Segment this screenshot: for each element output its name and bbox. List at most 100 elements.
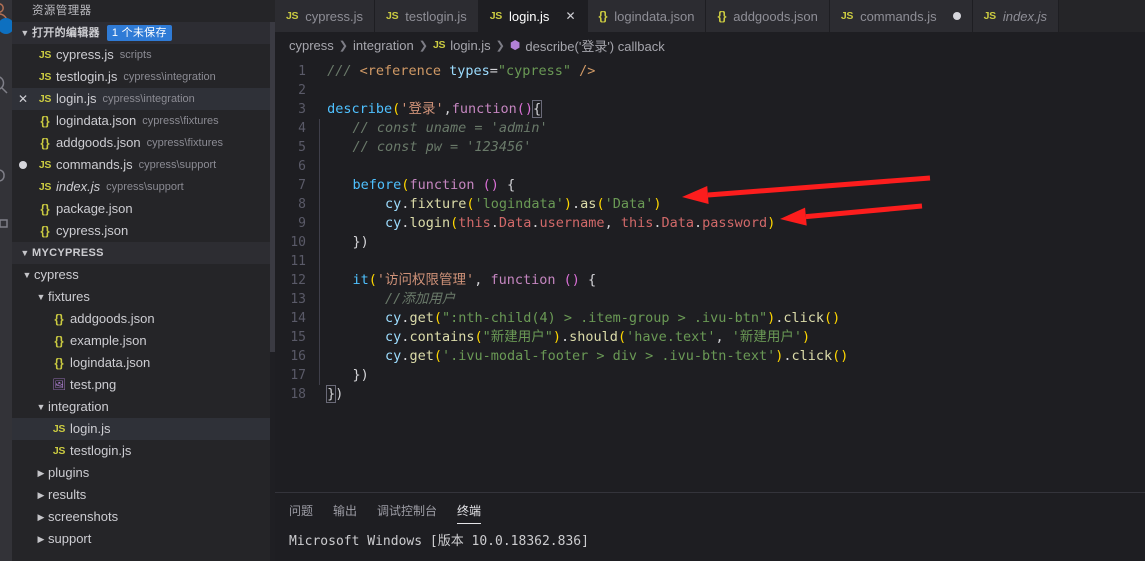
editor-tab-label: addgoods.json — [733, 8, 818, 24]
json-file-icon: {} — [54, 312, 64, 326]
tree-file[interactable]: {} example.json — [12, 330, 275, 352]
line-number: 6 — [298, 159, 306, 174]
panel-tab[interactable]: 输出 — [333, 502, 357, 523]
code-line: 16 cy.get('.ivu-modal-footer > div > .iv… — [275, 347, 1145, 366]
js-file-icon: JS — [38, 49, 52, 61]
code-line: 1 /// <reference types="cypress" /> — [275, 62, 1145, 81]
js-file-icon: JS — [38, 159, 52, 171]
editor-tab[interactable]: JS index.js — [972, 0, 1059, 32]
open-editor-item[interactable]: {} cypress.json — [12, 220, 275, 242]
unsaved-badge: 1 个未保存 — [106, 25, 172, 41]
tree-file[interactable]: JS testlogin.js — [12, 440, 275, 462]
open-editors-list[interactable]: JS cypress.js scripts JS testlogin.js cypress… — [12, 44, 275, 242]
chevron-down-icon: ▼ — [36, 292, 46, 302]
line-content — [319, 157, 1145, 176]
line-content: // const uname = 'admin' — [319, 119, 1145, 138]
extensions-icon[interactable] — [0, 206, 12, 232]
open-editor-item[interactable]: JS testlogin.js cypress\integration — [12, 66, 275, 88]
editor-area: JS cypress.js JS testlogin.js JS login.js ✕ {} l… — [275, 0, 1145, 561]
open-editor-item[interactable]: ✕ JS login.js cypress\integration — [12, 88, 275, 110]
code-line: 8 cy.fixture('logindata').as('Data') — [275, 195, 1145, 214]
unsaved-dot-icon[interactable] — [952, 12, 961, 20]
editor-tab[interactable]: JS cypress.js — [275, 0, 376, 32]
panel-tab[interactable]: 终端 — [457, 502, 482, 524]
open-editor-item[interactable]: {} logindata.json cypress\fixtures — [12, 110, 275, 132]
editor-tab-label: testlogin.js — [405, 8, 467, 24]
breadcrumb-item[interactable]: integration — [353, 38, 414, 53]
close-icon[interactable]: ✕ — [565, 9, 575, 23]
editor-tab[interactable]: {} addgoods.json — [706, 0, 830, 32]
open-editor-item[interactable]: {} addgoods.json cypress\fixtures — [12, 132, 275, 154]
chevron-down-icon: ▼ — [22, 270, 32, 280]
panel-tab[interactable]: 调试控制台 — [377, 502, 437, 523]
open-editor-name: index.js — [56, 179, 101, 194]
tree-folder[interactable]: ▶ screenshots — [12, 506, 275, 528]
editor-tab[interactable]: JS commands.js — [829, 0, 973, 32]
tree-file[interactable]: {} logindata.json — [12, 352, 275, 374]
line-content: before(function () { — [319, 176, 1145, 195]
open-editor-item[interactable]: JS commands.js cypress\support — [12, 154, 275, 176]
code-line: 2 — [275, 81, 1145, 100]
tree-file[interactable]: {} addgoods.json — [12, 308, 275, 330]
json-file-icon: {} — [54, 334, 64, 348]
line-content: cy.get('.ivu-modal-footer > div > .ivu-b… — [319, 347, 1145, 366]
line-content: cy.fixture('logindata').as('Data') — [319, 195, 1145, 214]
editor-tab[interactable]: {} logindata.json — [587, 0, 707, 32]
project-folder-header[interactable]: ▼ MYCYPRESS — [12, 242, 275, 264]
line-number: 12 — [290, 273, 306, 288]
panel-tabs[interactable]: 问题 输出 调试控制台 终端 — [289, 493, 1145, 524]
tree-file[interactable]: 🖼 test.png — [12, 374, 275, 396]
tree-item-label: testlogin.js — [70, 443, 132, 458]
open-editor-item[interactable]: JS cypress.js scripts — [12, 44, 275, 66]
chevron-right-icon: ▶ — [37, 468, 45, 478]
chevron-right-icon: ▶ — [37, 512, 45, 522]
js-file-icon: JS — [52, 423, 66, 435]
bottom-panel: 问题 输出 调试控制台 终端 Microsoft Windows [版本 10.0.1… — [275, 492, 1145, 561]
editor-tab[interactable]: JS login.js ✕ — [478, 0, 588, 32]
panel-tab[interactable]: 问题 — [289, 502, 313, 523]
tree-folder[interactable]: ▼ integration — [12, 396, 275, 418]
chevron-down-icon: ▼ — [36, 402, 46, 412]
editor-tabbar[interactable]: JS cypress.js JS testlogin.js JS login.js ✕ {} l… — [275, 0, 1145, 32]
code-line: 7 before(function () { — [275, 176, 1145, 195]
tree-item-label: fixtures — [48, 289, 90, 304]
close-icon[interactable]: ✕ — [12, 88, 34, 110]
json-file-icon: {} — [717, 9, 727, 23]
open-editor-name: logindata.json — [56, 113, 137, 128]
open-editor-name: cypress.js — [56, 47, 114, 62]
tree-file[interactable]: JS login.js — [12, 418, 275, 440]
breadcrumb-item[interactable]: cypress — [289, 38, 334, 53]
source-control-icon[interactable] — [0, 120, 12, 146]
editor-tab[interactable]: JS testlogin.js — [375, 0, 479, 32]
code-editor[interactable]: 1 /// <reference types="cypress" /> 2 3 … — [275, 58, 1145, 492]
breadcrumb[interactable]: cypress ❯ integration ❯ JS login.js ❯ ⬢ describe… — [275, 32, 1145, 58]
tree-folder[interactable]: ▶ results — [12, 484, 275, 506]
explorer-title: 资源管理器 — [32, 5, 92, 17]
file-tree[interactable]: ▼ cypress ▼ fixtures{} addgoods.json{} exampl… — [12, 264, 275, 550]
debug-icon[interactable] — [0, 162, 12, 188]
js-file-icon: JS — [983, 10, 997, 22]
line-number: 8 — [298, 197, 306, 212]
line-content: cy.get(":nth-child(4) > .item-group > .i… — [319, 309, 1145, 328]
open-editors-header[interactable]: ▼ 打开的编辑器 1 个未保存 — [12, 22, 275, 44]
tree-folder[interactable]: ▶ plugins — [12, 462, 275, 484]
breadcrumb-item[interactable]: describe('登录') callback — [525, 36, 664, 55]
json-file-icon: {} — [40, 136, 50, 150]
breadcrumb-item[interactable]: login.js — [450, 38, 490, 53]
open-editor-item[interactable]: JS index.js cypress\support — [12, 176, 275, 198]
tree-folder[interactable]: ▼ fixtures — [12, 286, 275, 308]
tree-folder[interactable]: ▶ support — [12, 528, 275, 550]
open-editor-item[interactable]: {} package.json — [12, 198, 275, 220]
editor-tab-label: index.js — [1002, 8, 1047, 24]
editor-tab-label: cypress.js — [305, 8, 364, 24]
symbol-method-icon: ⬢ — [509, 38, 521, 52]
search-icon[interactable] — [0, 72, 12, 98]
terminal-output[interactable]: Microsoft Windows [版本 10.0.18362.836] — [289, 523, 1145, 550]
code-line: 13 //添加用户 — [275, 290, 1145, 309]
open-editor-name: commands.js — [56, 157, 133, 172]
tree-item-label: integration — [48, 399, 109, 414]
tree-folder[interactable]: ▼ cypress — [12, 264, 275, 286]
code-line: 6 — [275, 157, 1145, 176]
activity-bar[interactable] — [0, 0, 12, 561]
explorer-sidebar[interactable]: 资源管理器 ▼ 打开的编辑器 1 个未保存 JS cypress.js script… — [12, 0, 275, 561]
